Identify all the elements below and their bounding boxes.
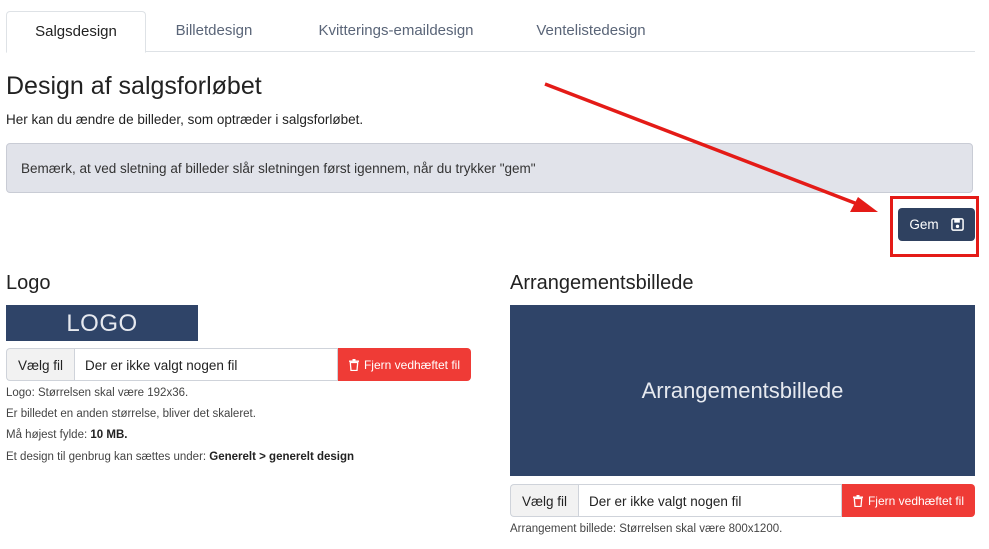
logo-hint-reuse: Et design til genbrug kan sættes under: … xyxy=(6,451,354,463)
logo-hint-reuse-link: Generelt > generelt design xyxy=(209,451,355,463)
floppy-disk-icon xyxy=(950,218,964,231)
logo-remove-file-label: Fjern vedhæftet fil xyxy=(363,357,461,372)
logo-section-title: Logo xyxy=(6,272,51,294)
trash-icon xyxy=(348,358,359,371)
event-image-preview-text: Arrangementsbillede xyxy=(641,377,844,403)
logo-preview-image: LOGO xyxy=(6,305,198,341)
event-image-hint-size: Arrangement billede: Størrelsen skal vær… xyxy=(510,523,783,535)
logo-hint-reuse-prefix: Et design til genbrug kan sættes under: xyxy=(6,451,207,463)
event-image-remove-file-button[interactable]: Fjern vedhæftet fil xyxy=(842,484,975,517)
event-image-remove-file-label: Fjern vedhæftet fil xyxy=(867,493,965,508)
event-image-file-upload: Vælg fil Der er ikke valgt nogen fil Fje… xyxy=(510,484,975,517)
logo-hint-max-prefix: Må højest fylde: xyxy=(6,429,88,441)
event-image-preview: Arrangementsbillede xyxy=(510,305,975,476)
trash-icon xyxy=(852,494,863,507)
save-button-label: Gem xyxy=(909,217,939,232)
event-image-choose-file-button[interactable]: Vælg fil xyxy=(510,484,579,517)
logo-choose-file-button[interactable]: Vælg fil xyxy=(6,348,75,381)
event-image-section-title: Arrangementsbillede xyxy=(510,272,694,294)
logo-hint-size: Logo: Størrelsen skal være 192x36. xyxy=(6,387,189,399)
logo-hint-max-value: 10 MB. xyxy=(90,429,128,441)
save-button[interactable]: Gem xyxy=(898,208,975,241)
logo-hint-scale: Er billedet en anden størrelse, bliver d… xyxy=(6,408,256,420)
logo-file-upload: Vælg fil Der er ikke valgt nogen fil Fje… xyxy=(6,348,471,381)
event-image-file-name[interactable]: Der er ikke valgt nogen fil xyxy=(578,484,842,517)
logo-file-name[interactable]: Der er ikke valgt nogen fil xyxy=(74,348,338,381)
logo-remove-file-button[interactable]: Fjern vedhæftet fil xyxy=(338,348,471,381)
logo-hint-max: Må højest fylde: 10 MB. xyxy=(6,429,127,441)
